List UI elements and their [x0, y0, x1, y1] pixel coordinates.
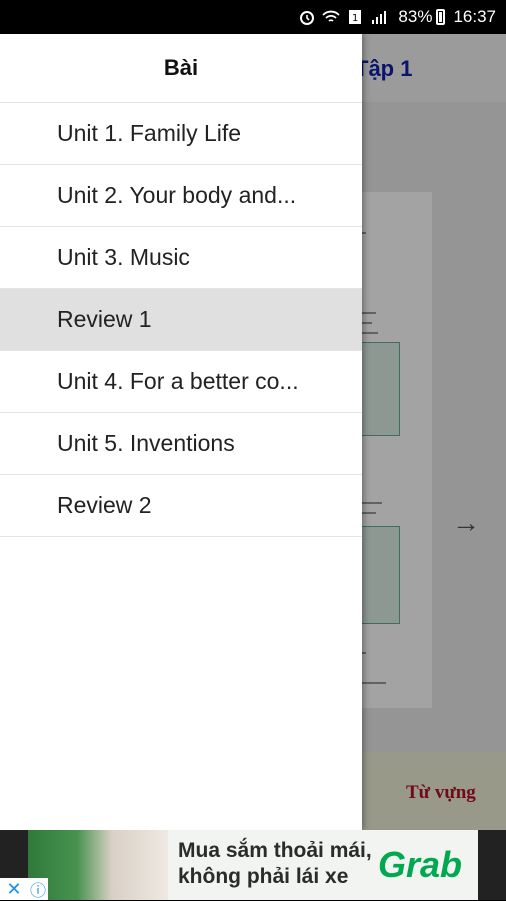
wifi-icon — [322, 10, 341, 22]
ad-close-icon[interactable]: ✕ — [0, 878, 28, 900]
signal-icon — [372, 11, 387, 24]
ad-text: Mua sắm thoải mái, không phải lái xe — [178, 838, 372, 890]
navigation-drawer: Bài Unit 1. Family Life Unit 2. Your body… — [0, 34, 362, 830]
drawer-item-3[interactable]: Unit 3. Music — [0, 227, 362, 289]
ad-banner[interactable]: Mua sắm thoải mái, không phải lái xe Gra… — [0, 830, 506, 900]
drawer-item-1[interactable]: Unit 1. Family Life — [0, 103, 362, 165]
drawer-title: Bài — [0, 34, 362, 103]
drawer-item-label: Unit 2. Your body and... — [57, 182, 297, 208]
drawer-item-label: Unit 1. Family Life — [57, 120, 242, 146]
drawer-item-label: Review 1 — [57, 306, 152, 332]
clock: 16:37 — [453, 7, 496, 26]
drawer-item-label: Unit 4. For a better co... — [57, 368, 299, 394]
status-icons: 1 — [298, 9, 388, 25]
ad-line-2: không phải lái xe — [178, 865, 349, 888]
battery-percent: 83% — [398, 7, 433, 26]
drawer-item-4[interactable]: Review 1 — [0, 289, 362, 351]
ad-image — [28, 830, 168, 900]
drawer-item-7[interactable]: Review 2 — [0, 475, 362, 537]
grab-logo: Grab — [378, 844, 463, 885]
lesson-list: Unit 1. Family Life Unit 2. Your body and… — [0, 103, 362, 537]
sim-icon: 1 — [349, 10, 362, 24]
drawer-item-5[interactable]: Unit 4. For a better co... — [0, 351, 362, 413]
ad-line-1: Mua sắm thoải mái, — [178, 839, 372, 862]
drawer-item-label: Unit 3. Music — [57, 244, 190, 270]
drawer-item-2[interactable]: Unit 2. Your body and... — [0, 165, 362, 227]
battery-icon — [436, 9, 446, 25]
ad-content[interactable]: Mua sắm thoải mái, không phải lái xe Gra… — [28, 830, 478, 900]
svg-text:1: 1 — [352, 13, 358, 24]
ad-info-icon[interactable]: ⓘ — [28, 878, 48, 900]
alarm-icon — [300, 11, 315, 25]
status-bar: 1 83% 16:37 — [0, 0, 506, 34]
drawer-item-label: Unit 5. Inventions — [57, 430, 235, 456]
drawer-item-6[interactable]: Unit 5. Inventions — [0, 413, 362, 475]
drawer-item-label: Review 2 — [57, 492, 152, 518]
